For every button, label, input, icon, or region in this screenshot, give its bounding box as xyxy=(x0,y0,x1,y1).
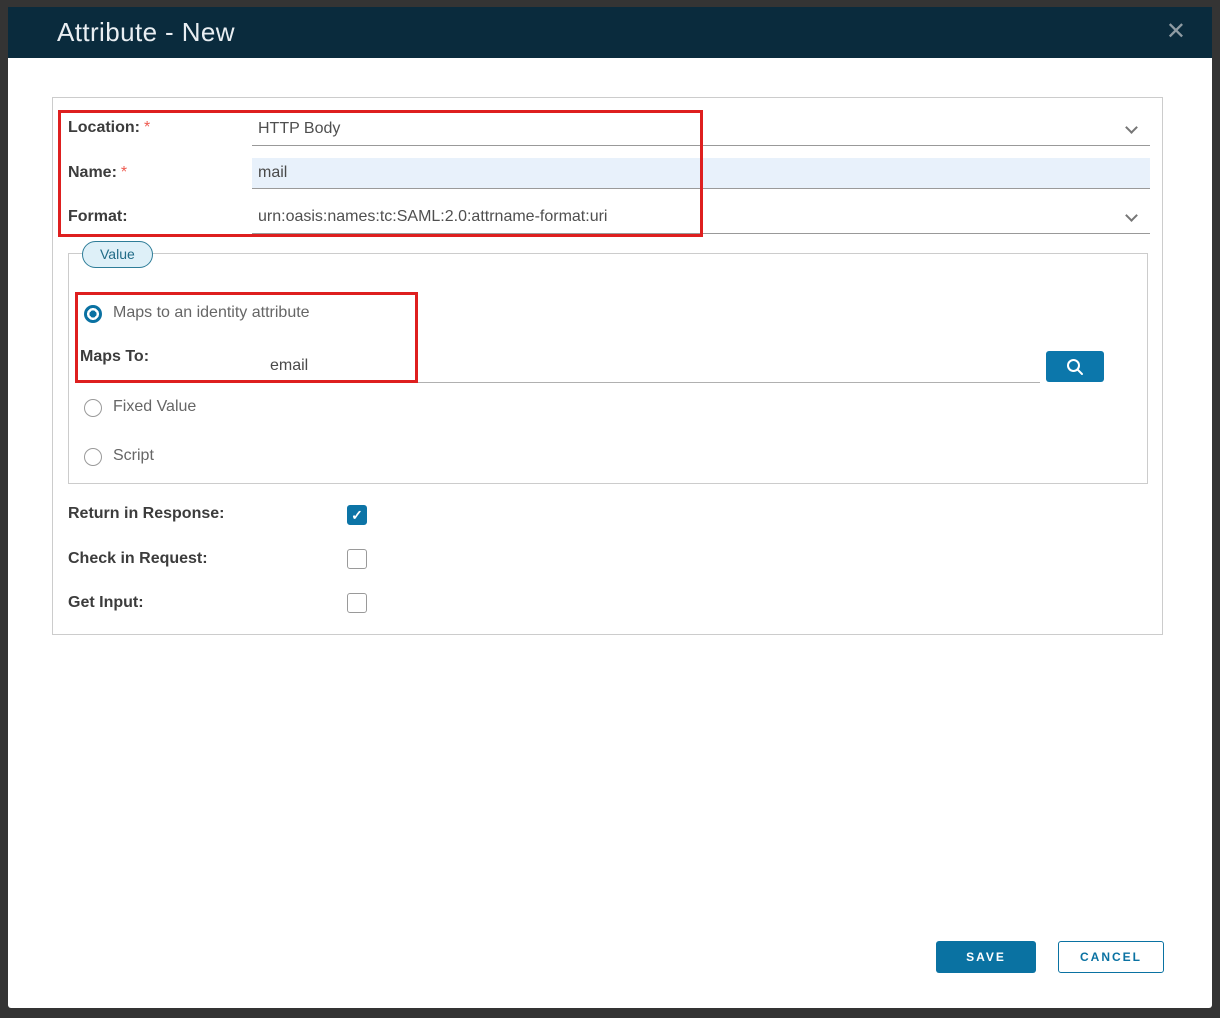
radio-maps-to-identity-attribute[interactable] xyxy=(84,305,102,323)
chevron-down-icon xyxy=(1125,121,1138,134)
value-tab[interactable]: Value xyxy=(82,241,153,268)
checkbox-get-input[interactable]: ✓ xyxy=(347,593,367,613)
modal-header: Attribute - New ✕ xyxy=(8,7,1212,58)
location-required-marker: * xyxy=(144,119,150,136)
close-icon[interactable]: ✕ xyxy=(1166,7,1186,58)
radio-script[interactable] xyxy=(84,448,102,466)
radio-fixed-value[interactable] xyxy=(84,399,102,417)
name-label: Name:* xyxy=(68,164,127,182)
format-label-text: Format: xyxy=(68,208,128,225)
search-button[interactable] xyxy=(1046,351,1104,382)
name-required-marker: * xyxy=(121,164,127,181)
get-input-label: Get Input: xyxy=(68,594,144,612)
modal-window: Attribute - New ✕ Location:* HTTP Body N… xyxy=(0,0,1220,1018)
location-label: Location:* xyxy=(68,119,150,137)
format-label: Format: xyxy=(68,208,128,226)
checkbox-return-in-response[interactable]: ✓ xyxy=(347,505,367,525)
radio-maps-to-identity-attribute-label: Maps to an identity attribute xyxy=(113,304,310,322)
save-button[interactable]: SAVE xyxy=(936,941,1036,973)
dialog-title: Attribute - New xyxy=(57,7,235,58)
chevron-down-icon xyxy=(1125,209,1138,222)
check-in-request-label: Check in Request: xyxy=(68,550,208,568)
location-select-value: HTTP Body xyxy=(258,120,340,137)
location-select[interactable]: HTTP Body xyxy=(252,112,1150,146)
name-label-text: Name: xyxy=(68,164,117,181)
radio-script-label: Script xyxy=(113,447,154,465)
maps-to-label: Maps To: xyxy=(80,348,149,366)
location-label-text: Location: xyxy=(68,119,140,136)
maps-to-input[interactable]: email xyxy=(252,350,1040,383)
radio-fixed-value-label: Fixed Value xyxy=(113,398,196,416)
search-icon xyxy=(1065,357,1085,377)
return-in-response-label: Return in Response: xyxy=(68,505,224,523)
maps-to-input-value: email xyxy=(270,357,308,374)
name-input[interactable]: mail xyxy=(252,158,1150,189)
format-select[interactable]: urn:oasis:names:tc:SAML:2.0:attrname-for… xyxy=(252,200,1150,234)
format-select-value: urn:oasis:names:tc:SAML:2.0:attrname-for… xyxy=(258,208,607,225)
cancel-button[interactable]: CANCEL xyxy=(1058,941,1164,973)
name-input-value: mail xyxy=(258,164,287,181)
checkmark-icon: ✓ xyxy=(351,507,363,523)
checkbox-check-in-request[interactable]: ✓ xyxy=(347,549,367,569)
